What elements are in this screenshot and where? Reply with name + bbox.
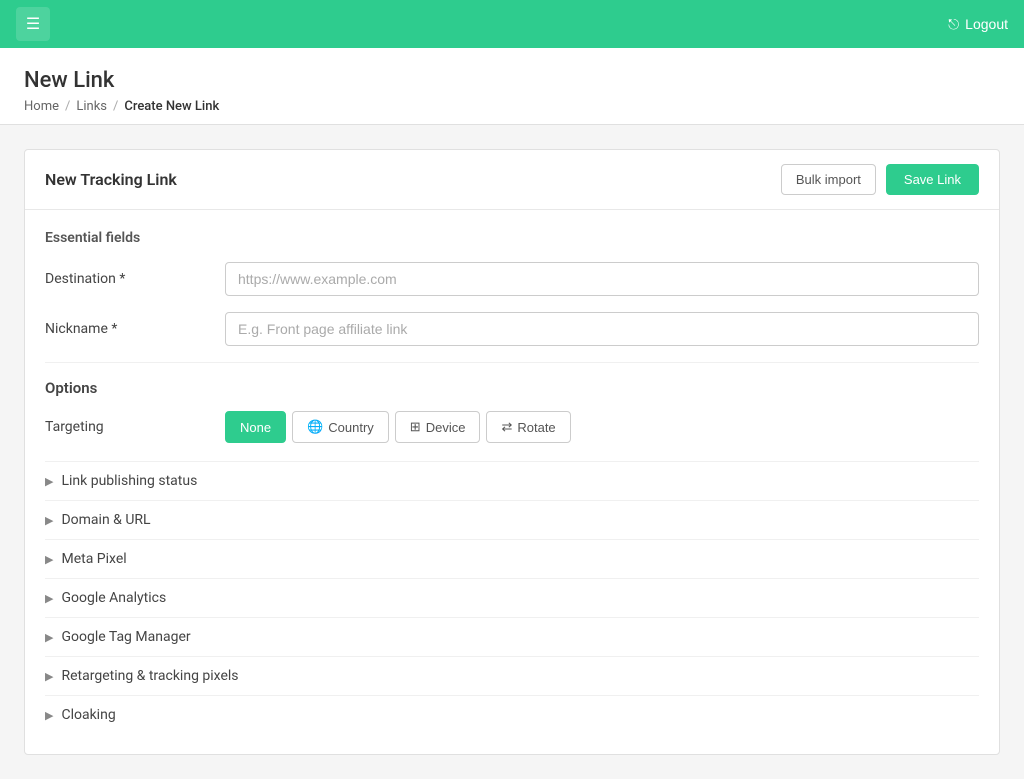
- breadcrumb-sep-2: /: [113, 99, 118, 114]
- collapse-google-tag-manager-label: Google Tag Manager: [61, 629, 190, 645]
- chevron-right-icon-2: ▶: [45, 514, 53, 527]
- hamburger-icon: ☰: [26, 14, 40, 34]
- rotate-icon: ⇄: [501, 419, 512, 435]
- breadcrumb-links[interactable]: Links: [76, 99, 107, 114]
- collapse-meta-pixel-label: Meta Pixel: [61, 551, 126, 567]
- collapse-google-analytics[interactable]: ▶ Google Analytics: [45, 578, 979, 617]
- targeting-device-button[interactable]: ⊞ Device: [395, 411, 481, 443]
- collapse-cloaking-label: Cloaking: [61, 707, 115, 723]
- collapse-domain-url[interactable]: ▶ Domain & URL: [45, 500, 979, 539]
- new-tracking-link-card: New Tracking Link Bulk import Save Link …: [24, 149, 1000, 755]
- logout-icon: ⎋: [948, 16, 959, 33]
- targeting-country-button[interactable]: 🌐 Country: [292, 411, 389, 443]
- card-body: Essential fields Destination * Nickname …: [25, 210, 999, 754]
- targeting-rotate-label: Rotate: [517, 420, 555, 435]
- targeting-device-label: Device: [426, 420, 466, 435]
- top-navigation: ☰ ⎋ Logout: [0, 0, 1024, 48]
- options-title: Options: [45, 379, 979, 397]
- breadcrumb: Home / Links / Create New Link: [24, 99, 1000, 114]
- page-title: New Link: [24, 68, 1000, 93]
- collapse-meta-pixel[interactable]: ▶ Meta Pixel: [45, 539, 979, 578]
- essential-fields-title: Essential fields: [45, 230, 979, 246]
- targeting-group: Targeting None 🌐 Country ⊞ Device ⇄: [45, 411, 979, 443]
- device-icon: ⊞: [410, 419, 421, 435]
- targeting-label: Targeting: [45, 419, 225, 435]
- collapse-cloaking[interactable]: ▶ Cloaking: [45, 695, 979, 734]
- collapse-link-publishing-label: Link publishing status: [61, 473, 197, 489]
- nickname-group: Nickname *: [45, 312, 979, 346]
- chevron-right-icon-7: ▶: [45, 709, 53, 722]
- collapse-google-tag-manager[interactable]: ▶ Google Tag Manager: [45, 617, 979, 656]
- save-link-button[interactable]: Save Link: [886, 164, 979, 195]
- chevron-right-icon-4: ▶: [45, 592, 53, 605]
- collapse-google-analytics-label: Google Analytics: [61, 590, 166, 606]
- country-icon: 🌐: [307, 419, 323, 435]
- breadcrumb-current: Create New Link: [124, 99, 219, 114]
- page-header: New Link Home / Links / Create New Link: [0, 48, 1024, 125]
- collapse-link-publishing[interactable]: ▶ Link publishing status: [45, 461, 979, 500]
- collapse-domain-url-label: Domain & URL: [61, 512, 150, 528]
- targeting-none-button[interactable]: None: [225, 411, 286, 443]
- destination-input[interactable]: [225, 262, 979, 296]
- targeting-country-label: Country: [328, 420, 374, 435]
- chevron-right-icon: ▶: [45, 475, 53, 488]
- card-header-actions: Bulk import Save Link: [781, 164, 979, 195]
- collapse-retargeting[interactable]: ▶ Retargeting & tracking pixels: [45, 656, 979, 695]
- nickname-label: Nickname *: [45, 321, 225, 337]
- nickname-input[interactable]: [225, 312, 979, 346]
- bulk-import-button[interactable]: Bulk import: [781, 164, 876, 195]
- chevron-right-icon-5: ▶: [45, 631, 53, 644]
- main-content: New Tracking Link Bulk import Save Link …: [0, 125, 1024, 779]
- destination-label: Destination *: [45, 271, 225, 287]
- logout-label: Logout: [965, 16, 1008, 32]
- destination-group: Destination *: [45, 262, 979, 296]
- section-divider: [45, 362, 979, 363]
- menu-button[interactable]: ☰: [16, 7, 50, 41]
- collapse-retargeting-label: Retargeting & tracking pixels: [61, 668, 238, 684]
- targeting-rotate-button[interactable]: ⇄ Rotate: [486, 411, 570, 443]
- card-header: New Tracking Link Bulk import Save Link: [25, 150, 999, 210]
- breadcrumb-sep-1: /: [65, 99, 70, 114]
- options-section: Options Targeting None 🌐 Country ⊞ Devic…: [45, 379, 979, 734]
- logout-button[interactable]: ⎋ Logout: [948, 16, 1008, 33]
- targeting-button-group: None 🌐 Country ⊞ Device ⇄ Rotate: [225, 411, 571, 443]
- breadcrumb-home[interactable]: Home: [24, 99, 59, 114]
- card-title: New Tracking Link: [45, 170, 177, 189]
- chevron-right-icon-3: ▶: [45, 553, 53, 566]
- chevron-right-icon-6: ▶: [45, 670, 53, 683]
